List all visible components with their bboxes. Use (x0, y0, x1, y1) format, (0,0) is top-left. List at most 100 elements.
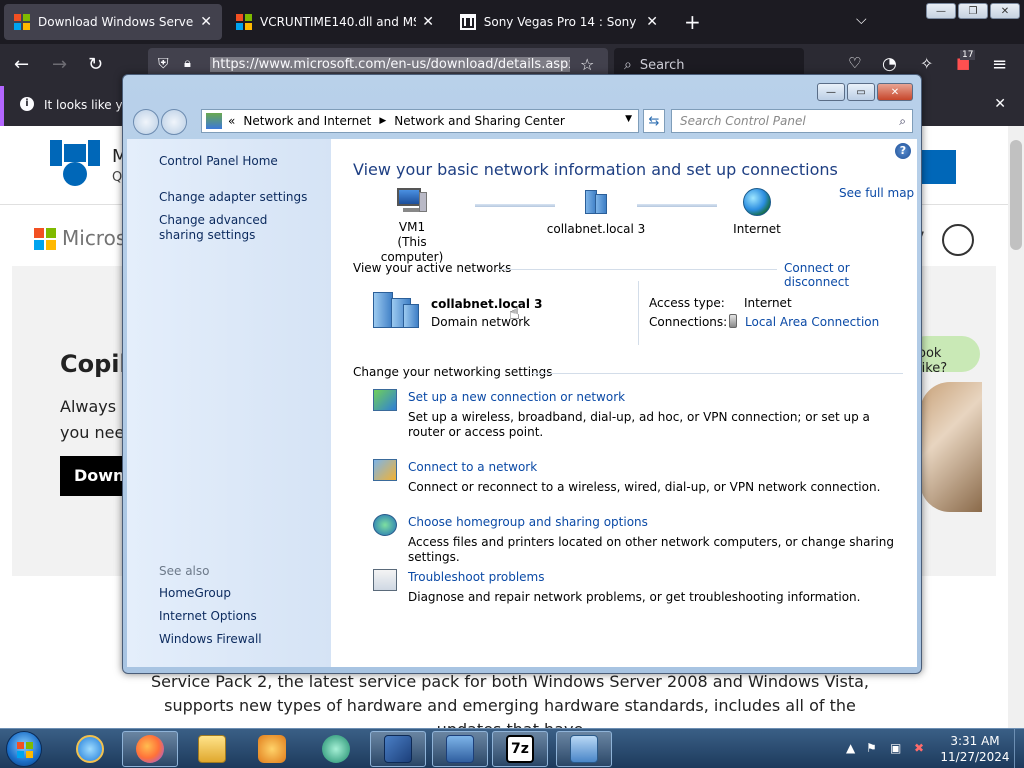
active-networks-heading: View your active networks (353, 261, 512, 275)
taskbar-internet-explorer[interactable] (62, 731, 118, 767)
tab-title: Sony Vegas Pro 14 : Sony : Free (483, 15, 641, 29)
maximize-button[interactable]: ▭ (847, 83, 875, 101)
scrollbar-thumb[interactable] (1010, 140, 1022, 250)
pocket-icon[interactable]: ♡ (848, 54, 861, 72)
breadcrumb-network-internet[interactable]: Network and Internet (243, 114, 371, 128)
start-button[interactable] (6, 731, 42, 767)
breadcrumb-network-sharing-center[interactable]: Network and Sharing Center (394, 114, 565, 128)
hamburger-menu-icon[interactable]: ≡ (992, 54, 1007, 75)
address-bar[interactable]: « Network and Internet ▶ Network and Sha… (201, 109, 639, 133)
troubleshoot-problems-link[interactable]: Troubleshoot problems (408, 570, 544, 584)
tab-sony-vegas[interactable]: Sony Vegas Pro 14 : Sony : Free ✕ (450, 4, 668, 40)
taskbar-virtualbox[interactable] (370, 731, 426, 767)
main-content: ? View your basic network information an… (331, 139, 917, 667)
7zip-icon: 7z (506, 735, 534, 763)
internet-options-link[interactable]: Internet Options (159, 609, 319, 624)
close-button[interactable]: ✕ (877, 83, 913, 101)
action-center-flag-icon[interactable]: ⚑ (866, 741, 877, 755)
taskbar: 7z ▲ ⚑ ▣ ✖ 3:31 AM 11/27/2024 (0, 728, 1024, 768)
local-area-connection-link[interactable]: Local Area Connection (745, 315, 879, 329)
new-connection-icon[interactable] (373, 389, 397, 411)
change-adapter-settings-link[interactable]: Change adapter settings (159, 190, 319, 205)
volume-muted-icon[interactable]: ✖ (914, 741, 924, 755)
promo-image (920, 382, 982, 512)
virtualbox-icon (384, 735, 412, 763)
divider (531, 373, 903, 374)
search-icon[interactable]: ⌕ (899, 114, 906, 129)
search-control-panel-input[interactable]: Search Control Panel ⌕ (671, 109, 913, 133)
task-description: Access files and printers located on oth… (408, 535, 894, 564)
help-icon[interactable]: ? (895, 143, 911, 159)
extension-badge: 17 (960, 50, 976, 60)
microsoft-logo-icon (34, 228, 56, 250)
map-connector-line (637, 204, 717, 207)
see-full-map-link[interactable]: See full map (839, 186, 914, 200)
divider (497, 269, 777, 270)
reload-icon[interactable]: ↻ (88, 54, 103, 75)
close-window-button[interactable]: ✕ (990, 3, 1020, 19)
refresh-icon[interactable]: ⇆ (643, 109, 665, 133)
taskbar-app[interactable] (308, 731, 364, 767)
breadcrumb-separator-icon[interactable]: ▶ (379, 116, 386, 126)
browser-tab-bar: Download Windows Server 2008 ✕ VCRUNTIME… (0, 0, 1024, 44)
homegroup-sharing-link[interactable]: Choose homegroup and sharing options (408, 515, 648, 529)
restore-window-button[interactable]: ❐ (958, 3, 988, 19)
lock-icon[interactable]: 🔒︎ (184, 56, 191, 71)
close-tab-icon[interactable]: ✕ (646, 14, 658, 30)
taskbar-firefox[interactable] (122, 731, 178, 767)
access-type-value: Internet (744, 296, 792, 310)
domain-network-icon[interactable] (373, 290, 421, 330)
minimize-button[interactable]: — (817, 83, 845, 101)
minimize-window-button[interactable]: — (926, 3, 956, 19)
taskbar-file-explorer[interactable] (184, 731, 240, 767)
change-advanced-sharing-link[interactable]: Change advanced sharing settings (159, 213, 309, 243)
bookmark-star-icon[interactable]: ☆ (580, 55, 594, 74)
list-all-tabs-chevron-icon[interactable]: ⌵ (856, 12, 867, 28)
close-icon[interactable]: ✕ (994, 96, 1006, 112)
connect-to-network-link[interactable]: Connect to a network (408, 460, 537, 474)
close-tab-icon[interactable]: ✕ (200, 14, 212, 30)
windows-firewall-link[interactable]: Windows Firewall (159, 632, 319, 647)
homegroup-link[interactable]: HomeGroup (159, 586, 319, 601)
site-logo-icon (50, 140, 100, 190)
taskbar-network[interactable] (432, 731, 488, 767)
url-text[interactable]: https://www.microsoft.com/en-us/download… (210, 57, 570, 72)
tab-vcruntime[interactable]: VCRUNTIME140.dll and MSVCP ✕ (226, 4, 444, 40)
active-network-name: collabnet.local 3 (431, 297, 543, 311)
map-node-network: collabnet.local 3 (541, 188, 651, 237)
close-tab-icon[interactable]: ✕ (422, 14, 434, 30)
account-avatar-icon[interactable] (942, 224, 974, 256)
tab-download-windows-server[interactable]: Download Windows Server 2008 ✕ (4, 4, 222, 40)
account-sync-icon[interactable]: ◔ (882, 54, 897, 74)
system-clock[interactable]: 3:31 AM 11/27/2024 (940, 733, 1010, 765)
back-arrow-icon[interactable]: ← (14, 54, 29, 75)
mouse-cursor-icon: ☝ (509, 303, 520, 324)
globe-icon (743, 188, 771, 216)
connect-or-disconnect-link[interactable]: Connect or disconnect (784, 261, 917, 289)
taskbar-media-player[interactable] (244, 731, 300, 767)
network-tray-icon[interactable]: ▣ (890, 741, 901, 755)
show-desktop-button[interactable] (1014, 729, 1024, 768)
homegroup-icon[interactable] (373, 514, 397, 536)
control-panel-home-link[interactable]: Control Panel Home (159, 154, 319, 169)
troubleshoot-icon[interactable] (373, 569, 397, 591)
header-blue-button[interactable] (916, 150, 956, 184)
taskbar-control-panel[interactable] (556, 731, 612, 767)
internet-label: Internet (733, 222, 781, 236)
search-placeholder: Search Control Panel (680, 114, 806, 128)
task-description: Diagnose and repair network problems, or… (408, 590, 861, 604)
chevron-down-icon[interactable]: ▼ (625, 114, 632, 124)
extensions-puzzle-icon[interactable]: ✧ (920, 54, 933, 73)
back-arrow-icon[interactable] (133, 109, 159, 135)
divider (638, 281, 639, 345)
forward-arrow-icon[interactable] (161, 109, 187, 135)
breadcrumb-root[interactable]: « (228, 114, 235, 128)
show-hidden-icons-icon[interactable]: ▲ (846, 741, 855, 755)
setup-new-connection-link[interactable]: Set up a new connection or network (408, 390, 625, 404)
shield-icon[interactable]: ⛨ (158, 56, 169, 72)
info-icon: i (20, 97, 34, 111)
taskbar-7zip[interactable]: 7z (492, 731, 548, 767)
forward-arrow-icon[interactable]: → (52, 54, 67, 75)
new-tab-button[interactable]: + (684, 10, 701, 34)
connect-network-icon[interactable] (373, 459, 397, 481)
